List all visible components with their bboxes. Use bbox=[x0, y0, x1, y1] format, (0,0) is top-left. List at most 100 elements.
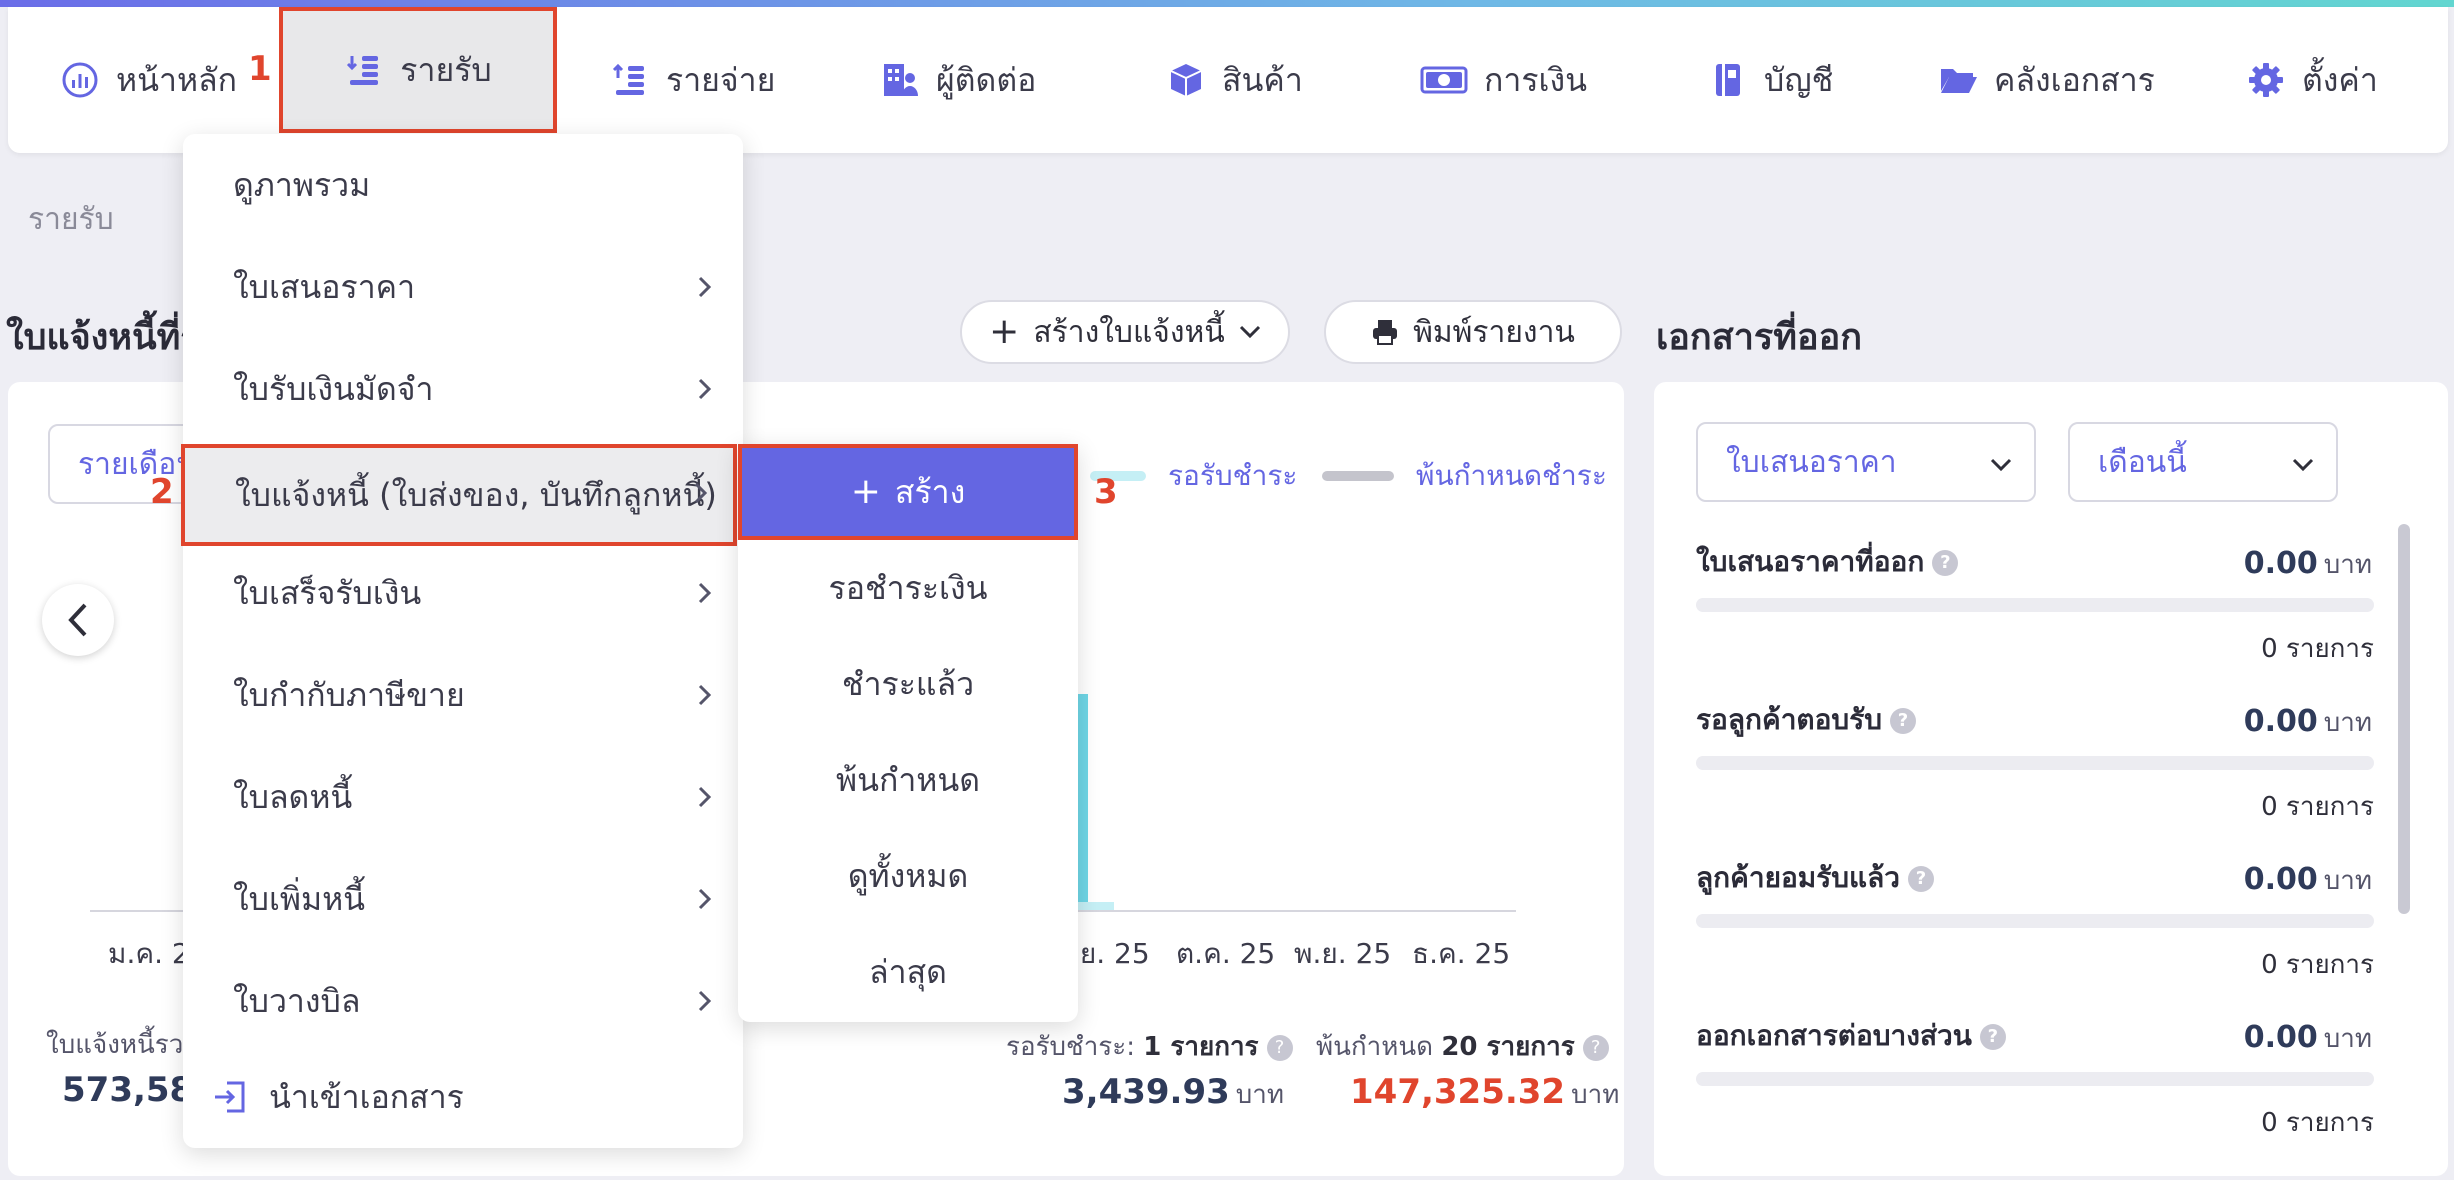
doc-row-label: ลูกค้ายอมรับแล้ว? bbox=[1696, 856, 1934, 900]
nav-label-settings: ตั้งค่า bbox=[2302, 60, 2378, 99]
month-select[interactable]: เดือนนี้ bbox=[2068, 422, 2338, 502]
step-marker-2: 2 bbox=[150, 472, 174, 512]
doc-row-count: 0 รายการ bbox=[2261, 634, 2374, 664]
doc-row-value: 0.00 บาท bbox=[2243, 546, 2372, 581]
gear-icon bbox=[2246, 60, 2286, 100]
chevron-down-icon bbox=[1239, 325, 1260, 339]
chevron-right-icon bbox=[698, 378, 712, 400]
menu-item-debit-note[interactable]: ใบเพิ่มหนี้ bbox=[183, 848, 743, 950]
step-marker-3: 3 bbox=[1094, 472, 1118, 512]
chevron-right-icon bbox=[698, 684, 712, 706]
submenu-create-label: สร้าง bbox=[894, 472, 966, 511]
top-accent-bar bbox=[0, 0, 2454, 7]
document-type-value: ใบเสนอราคา bbox=[1726, 444, 1897, 480]
submenu-item-paid[interactable]: ชำระแล้ว bbox=[738, 636, 1078, 732]
nav-label-home: หน้าหลัก bbox=[116, 60, 238, 99]
plus-icon: + bbox=[850, 471, 881, 512]
nav-item-settings[interactable]: ตั้งค่า bbox=[2246, 7, 2378, 153]
money-icon bbox=[1420, 60, 1468, 100]
previous-period-button[interactable] bbox=[42, 584, 114, 656]
nav-item-income[interactable]: รายรับ bbox=[279, 7, 557, 133]
nav-item-contacts[interactable]: ผู้ติดต่อ bbox=[880, 7, 1036, 153]
dashboard-icon bbox=[60, 60, 100, 100]
doc-row-value: 0.00 บาท bbox=[2243, 862, 2372, 897]
menu-item-credit-note[interactable]: ใบลดหนี้ bbox=[183, 746, 743, 848]
legend-overdue-label: พ้นกำหนดชำระ bbox=[1416, 459, 1607, 492]
doc-row-progress bbox=[1696, 598, 2374, 612]
documents-issued-title: เอกสารที่ออก bbox=[1656, 317, 1863, 358]
currency-unit: บาท bbox=[1571, 1080, 1620, 1110]
legend-pending: รอรับชำระ bbox=[1090, 454, 1297, 498]
doc-row-progress bbox=[1696, 756, 2374, 770]
menu-item-receipt[interactable]: ใบเสร็จรับเงิน bbox=[183, 542, 743, 644]
nav-label-products: สินค้า bbox=[1222, 60, 1303, 99]
x-tick: พ.ย. 25 bbox=[1294, 937, 1392, 970]
overdue-label: พ้นกำหนด bbox=[1316, 1032, 1434, 1062]
submenu-item-latest[interactable]: ล่าสุด bbox=[738, 924, 1078, 1020]
menu-item-import[interactable]: นำเข้าเอกสาร bbox=[183, 1046, 743, 1148]
chevron-right-icon bbox=[698, 888, 712, 910]
doc-row-value: 0.00 บาท bbox=[2243, 1020, 2372, 1055]
help-icon[interactable]: ? bbox=[1582, 1034, 1609, 1061]
nav-item-home[interactable]: หน้าหลัก bbox=[60, 7, 237, 153]
help-icon[interactable]: ? bbox=[1266, 1034, 1293, 1061]
ledger-icon bbox=[1708, 60, 1748, 100]
expense-icon bbox=[610, 60, 650, 100]
overdue-count: 20 รายการ bbox=[1441, 1032, 1575, 1062]
x-tick: ธ.ค. 25 bbox=[1412, 937, 1511, 970]
period-select-value: รายเดือน bbox=[78, 446, 197, 482]
nav-item-finance[interactable]: การเงิน bbox=[1420, 7, 1587, 153]
chevron-down-icon bbox=[1990, 458, 2012, 472]
submenu-item-view-all[interactable]: ดูทั้งหมด bbox=[738, 828, 1078, 924]
help-icon[interactable]: ? bbox=[1907, 866, 1934, 892]
chevron-left-icon bbox=[68, 603, 87, 637]
create-invoice-button[interactable]: + สร้างใบแจ้งหนี้ bbox=[960, 300, 1290, 364]
submenu-item-awaiting-payment[interactable]: รอชำระเงิน bbox=[738, 540, 1078, 636]
help-icon[interactable]: ? bbox=[1890, 708, 1917, 734]
box-icon bbox=[1166, 60, 1206, 100]
menu-item-overview[interactable]: ดูภาพรวม bbox=[183, 134, 743, 236]
nav-item-documents[interactable]: คลังเอกสาร bbox=[1938, 7, 2155, 153]
submenu-create-button[interactable]: + สร้าง bbox=[738, 444, 1078, 540]
chevron-right-icon bbox=[698, 582, 712, 604]
breadcrumb[interactable]: รายรับ bbox=[28, 196, 114, 243]
pending-stat-value: 3,439.93 บาท bbox=[1062, 1072, 1284, 1115]
menu-item-invoice[interactable]: ใบแจ้งหนี้ (ใบส่งของ, บันทึกลูกหนี้) bbox=[181, 444, 737, 546]
menu-item-deposit-receipt[interactable]: ใบรับเงินมัดจำ bbox=[183, 338, 743, 440]
nav-label-finance: การเงิน bbox=[1484, 60, 1587, 99]
chevron-down-icon bbox=[2292, 458, 2314, 472]
menu-item-tax-invoice[interactable]: ใบกำกับภาษีขาย bbox=[183, 644, 743, 746]
pending-count: 1 รายการ bbox=[1143, 1032, 1259, 1062]
total-invoices-label: ใบแจ้งหนี้รวม bbox=[46, 1030, 201, 1060]
doc-row-count: 0 รายการ bbox=[2261, 792, 2374, 822]
print-report-button[interactable]: พิมพ์รายงาน bbox=[1324, 300, 1622, 364]
doc-row-value: 0.00 บาท bbox=[2243, 704, 2372, 739]
nav-item-products[interactable]: สินค้า bbox=[1166, 7, 1303, 153]
menu-item-billing-note[interactable]: ใบวางบิล bbox=[183, 950, 743, 1052]
create-invoice-label: สร้างใบแจ้งหนี้ bbox=[1033, 314, 1225, 350]
legend-pending-label: รอรับชำระ bbox=[1168, 459, 1298, 492]
doc-row-progress bbox=[1696, 1072, 2374, 1086]
legend-overdue: พ้นกำหนดชำระ bbox=[1322, 454, 1607, 498]
help-icon[interactable]: ? bbox=[1979, 1024, 2006, 1050]
menu-item-quotation[interactable]: ใบเสนอราคา bbox=[183, 236, 743, 338]
doc-row-count: 0 รายการ bbox=[2261, 950, 2374, 980]
nav-label-income: รายรับ bbox=[400, 50, 492, 89]
income-dropdown-menu: ดูภาพรวม ใบเสนอราคา ใบรับเงินมัดจำ ใบแจ้… bbox=[181, 134, 743, 1148]
month-select-value: เดือนนี้ bbox=[2098, 444, 2187, 480]
chevron-right-icon bbox=[698, 786, 712, 808]
panel-scrollbar[interactable] bbox=[2398, 524, 2410, 914]
printer-icon bbox=[1373, 320, 1398, 345]
help-icon[interactable]: ? bbox=[1932, 550, 1959, 576]
currency-unit: บาท bbox=[1235, 1080, 1285, 1110]
document-type-select[interactable]: ใบเสนอราคา bbox=[1696, 422, 2036, 502]
legend-overdue-swatch bbox=[1322, 471, 1394, 481]
top-navigation: หน้าหลัก 1 รายรับ รายจ่าย ผู้ติดต่อ สินค… bbox=[8, 7, 2448, 153]
chevron-right-icon bbox=[694, 482, 708, 504]
nav-item-expense[interactable]: รายจ่าย bbox=[610, 7, 775, 153]
print-report-label: พิมพ์รายงาน bbox=[1413, 314, 1575, 350]
nav-label-expense: รายจ่าย bbox=[666, 60, 776, 99]
doc-row-progress bbox=[1696, 914, 2374, 928]
nav-item-accounting[interactable]: บัญชี bbox=[1708, 7, 1833, 153]
submenu-item-overdue[interactable]: พ้นกำหนด bbox=[738, 732, 1078, 828]
